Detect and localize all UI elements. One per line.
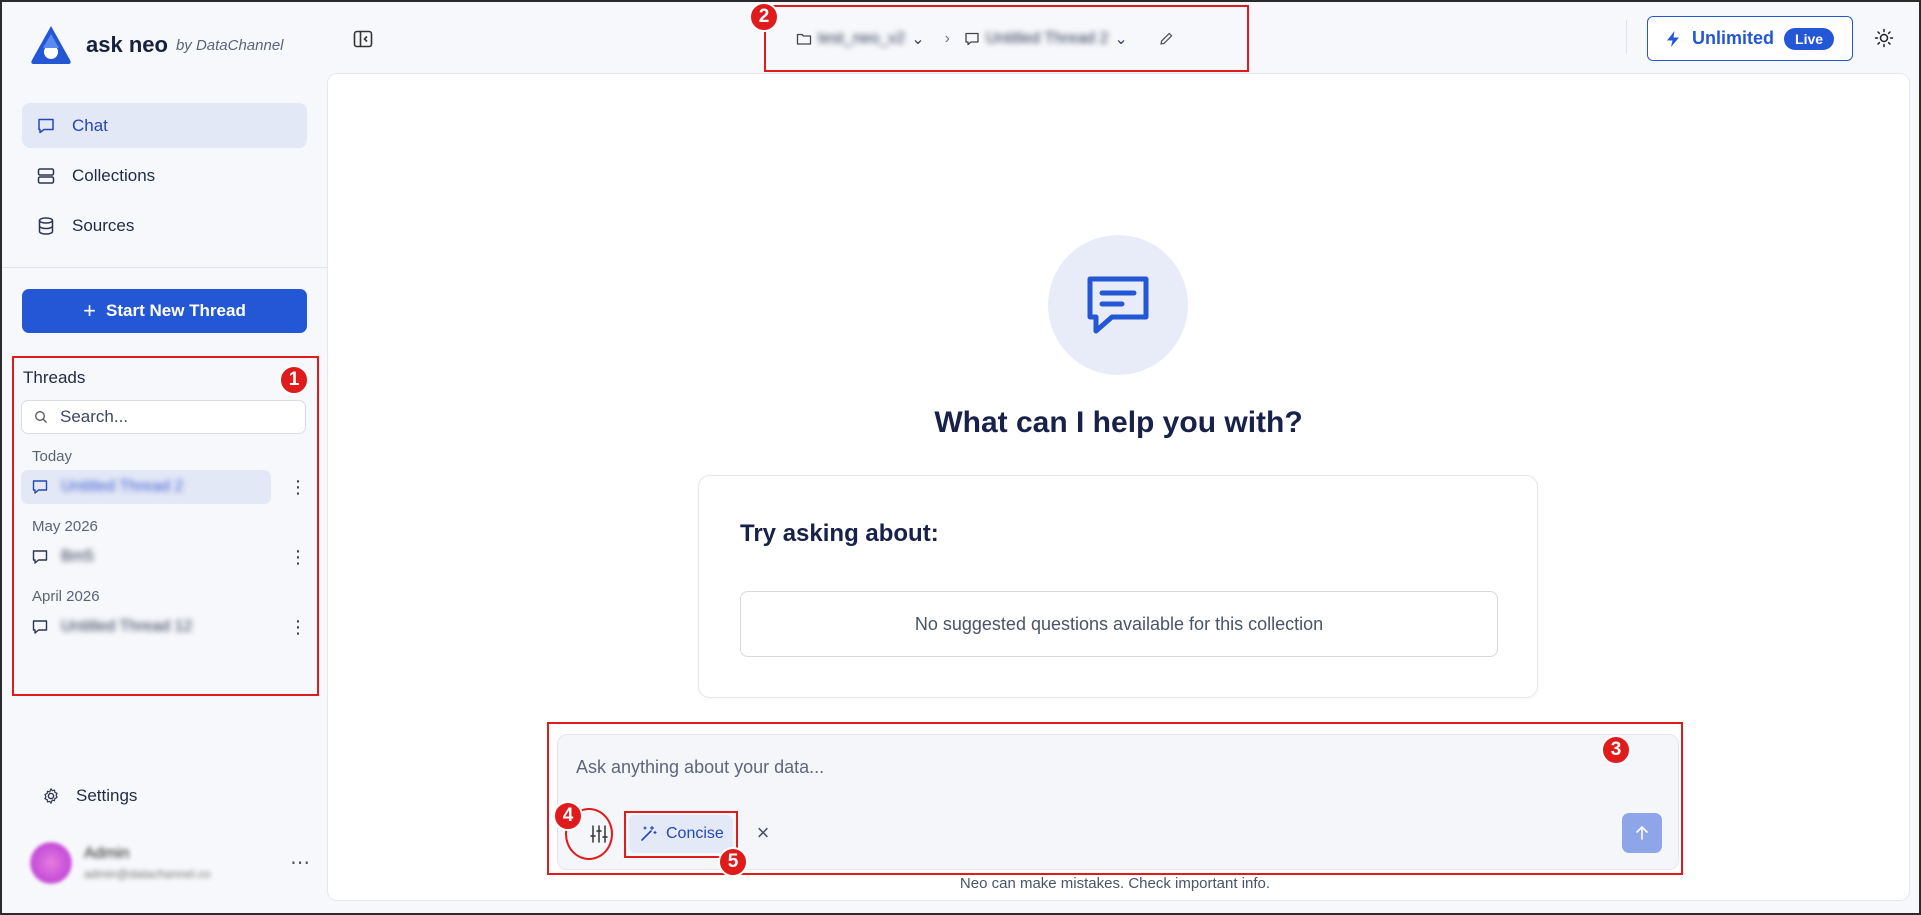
breadcrumb: test_neo_v2 ⌄ › Untitled Thread 2 ⌄ (764, 5, 1249, 72)
gear-icon (44, 788, 58, 804)
hero-chat-illustration (1048, 235, 1188, 375)
nav-label: Collections (72, 165, 156, 185)
chat-icon (38, 118, 54, 133)
nav-label: Sources (72, 215, 135, 235)
ask-neo-logo-icon (31, 26, 71, 64)
brand-name: ask neo (86, 32, 168, 57)
annotation-badge: 2 (749, 2, 779, 32)
start-new-thread-button[interactable]: + Start New Thread (22, 289, 307, 333)
plan-label: Unlimited (1692, 28, 1775, 48)
chat-bubble-icon (32, 550, 48, 564)
thread-group-label: May 2026 (32, 518, 98, 535)
threads-title: Threads (23, 368, 86, 387)
breadcrumb-collection[interactable]: test_neo_v2 (818, 30, 905, 48)
thread-item[interactable]: Bm5 ⋮ (21, 540, 313, 574)
nav-item-collections[interactable]: Collections (22, 153, 307, 198)
collections-icon (37, 167, 55, 184)
user-email: admin@datachannel.co (84, 867, 211, 881)
thread-search-input[interactable]: Search... (21, 400, 306, 434)
send-button[interactable] (1622, 813, 1662, 853)
arrow-up-icon (1636, 826, 1648, 840)
more-vertical-icon[interactable]: ⋮ (289, 617, 307, 637)
database-icon (38, 216, 54, 235)
topbar-divider (1626, 20, 1627, 54)
annotation-badge: 4 (553, 801, 583, 831)
concise-mode-chip[interactable]: Concise (629, 815, 733, 853)
suggestions-title: Try asking about: (740, 520, 939, 547)
plus-icon: + (83, 298, 97, 323)
chat-input[interactable] (576, 757, 1656, 778)
theme-toggle-icon[interactable] (1874, 28, 1894, 48)
search-icon (35, 411, 47, 423)
breadcrumb-thread[interactable]: Untitled Thread 2 (986, 30, 1108, 48)
more-vertical-icon[interactable]: ⋮ (289, 547, 307, 567)
more-horizontal-icon[interactable]: ⋯ (290, 850, 310, 875)
main-nav: Chat Collections Sources (22, 103, 307, 253)
pencil-icon[interactable] (1158, 31, 1174, 47)
annotation-badge: 3 (1601, 735, 1631, 765)
settings-link[interactable]: Settings (42, 786, 137, 806)
sidebar-divider (2, 267, 327, 268)
concise-label: Concise (666, 825, 724, 842)
thread-title: Untitled Thread 12 (61, 618, 193, 635)
thread-item[interactable]: Untitled Thread 2 ⋮ (21, 470, 313, 504)
settings-label: Settings (76, 786, 138, 805)
avatar (30, 842, 72, 884)
chat-bubble-icon (965, 32, 979, 45)
chat-lines-icon (1087, 276, 1149, 334)
nav-label: Chat (72, 115, 108, 135)
main-headline: What can I help you with? (934, 406, 1303, 439)
user-profile[interactable]: Admin admin@datachannel.co ⋯ (30, 840, 310, 886)
chat-bubble-icon (32, 480, 48, 494)
user-name: Admin (84, 845, 130, 862)
disclaimer-text: Neo can make mistakes. Check important i… (959, 875, 1271, 892)
collapse-sidebar-icon[interactable] (352, 28, 374, 50)
thread-item[interactable]: Untitled Thread 12 ⋮ (21, 610, 313, 644)
more-vertical-icon[interactable]: ⋮ (289, 477, 307, 497)
threads-panel: Threads Search... Today Untitled Thread … (12, 356, 319, 696)
chevron-down-icon[interactable]: ⌄ (1114, 29, 1127, 49)
chevron-down-icon[interactable]: ⌄ (911, 29, 924, 49)
nav-item-chat[interactable]: Chat (22, 103, 307, 148)
thread-title: Untitled Thread 2 (61, 478, 184, 495)
thread-group-label: Today (32, 448, 73, 465)
thread-group-label: April 2026 (32, 588, 100, 605)
live-badge: Live (1784, 27, 1835, 50)
suggestions-card: Try asking about: No suggested questions… (698, 475, 1538, 698)
brand-byline: by DataChannel (175, 36, 284, 54)
suggestions-empty-state: No suggested questions available for thi… (740, 591, 1498, 657)
folder-icon (796, 33, 812, 45)
nav-item-sources[interactable]: Sources (22, 203, 307, 248)
brand-logo[interactable]: ask neo by DataChannel (28, 24, 284, 66)
search-placeholder: Search... (60, 407, 129, 426)
annotation-badge: 1 (279, 365, 309, 395)
magic-wand-icon (641, 825, 657, 841)
thread-title: Bm5 (61, 548, 94, 565)
plan-button[interactable]: Unlimited Live (1647, 16, 1853, 61)
close-icon[interactable]: × (752, 821, 774, 845)
chevron-right-icon: › (944, 29, 950, 47)
lightning-icon (1667, 30, 1679, 47)
annotation-badge: 5 (718, 847, 748, 877)
start-new-thread-label: Start New Thread (106, 301, 246, 320)
chat-bubble-icon (32, 620, 48, 634)
